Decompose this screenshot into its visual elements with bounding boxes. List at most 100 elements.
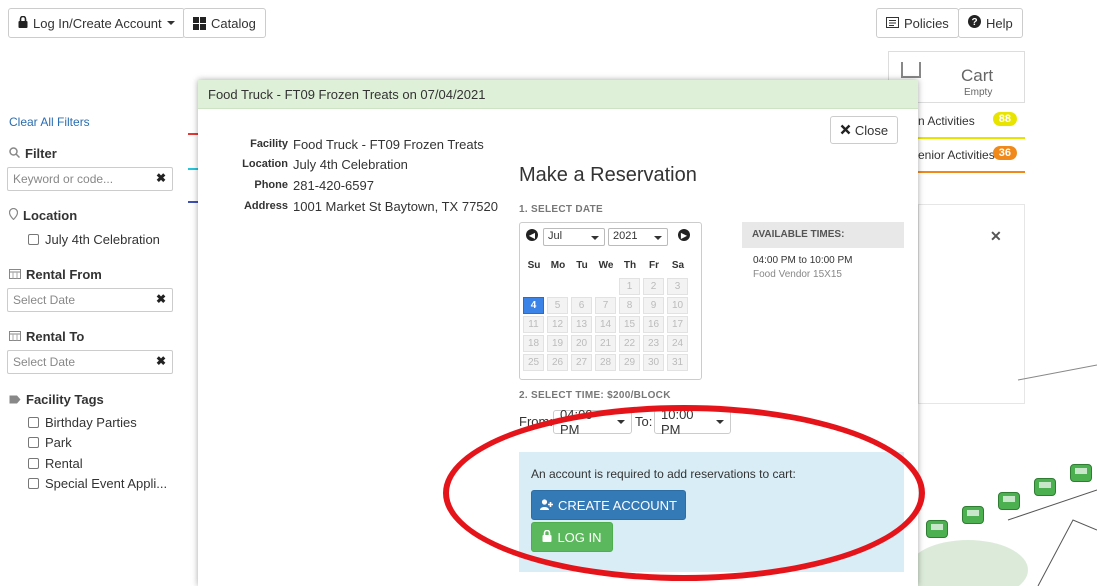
clear-x-icon[interactable]: ✖ [156, 354, 166, 368]
facility-label: Facility [250, 138, 288, 150]
bus-icon [1034, 478, 1056, 496]
location-heading: Location [8, 207, 77, 223]
keyword-search-input[interactable]: Keyword or code... ✖ [7, 167, 173, 191]
login-create-account-button[interactable]: Log In/Create Account [8, 8, 185, 38]
calendar-day[interactable]: 13 [571, 316, 592, 333]
question-circle-icon: ? [968, 15, 981, 31]
tag-option-special-event[interactable]: Special Event Appli... [28, 476, 167, 491]
calendar-day[interactable]: 16 [643, 316, 664, 333]
catalog-label: Catalog [211, 15, 256, 31]
bus-icon [926, 520, 948, 538]
clear-all-filters-link[interactable]: Clear All Filters [9, 115, 90, 129]
calendar-day[interactable]: 26 [547, 354, 568, 371]
rental-from-label: Rental From [26, 267, 102, 282]
facility-tags-label: Facility Tags [26, 392, 104, 407]
address-value: 1001 Market St Baytown, TX 77520 [293, 199, 498, 214]
location-option[interactable]: July 4th Celebration [28, 232, 160, 247]
calendar-day[interactable]: 15 [619, 316, 640, 333]
checkbox[interactable] [28, 234, 39, 245]
calendar-day[interactable]: 11 [523, 316, 544, 333]
calendar-day[interactable]: 12 [547, 316, 568, 333]
clear-x-icon[interactable]: ✖ [156, 171, 166, 185]
checkbox[interactable] [28, 417, 39, 428]
calendar-day[interactable]: 21 [595, 335, 616, 352]
weekday-header: We [598, 260, 614, 271]
activity-category[interactable]: n Activities 88 [918, 106, 1025, 139]
available-time-resource: Food Vendor 15X15 [753, 269, 842, 280]
prev-month-icon[interactable]: ◀ [526, 229, 538, 241]
calendar-day[interactable]: 20 [571, 335, 592, 352]
calendar-day[interactable]: 28 [595, 354, 616, 371]
checkbox[interactable] [28, 478, 39, 489]
activity-label: n Activities [918, 114, 975, 128]
rental-to-label: Rental To [26, 329, 85, 344]
year-select[interactable]: 2021 [608, 228, 668, 246]
rental-to-input[interactable]: Select Date ✖ [7, 350, 173, 374]
calendar-day[interactable]: 18 [523, 335, 544, 352]
highlight-annotation-oval [443, 405, 925, 581]
count-badge: 88 [992, 112, 1017, 126]
calendar-day[interactable]: 31 [667, 354, 688, 371]
close-button[interactable]: Close [830, 116, 898, 144]
help-button[interactable]: ? Help [958, 8, 1023, 38]
calendar-day[interactable]: 14 [595, 316, 616, 333]
help-label: Help [986, 15, 1013, 31]
month-select[interactable]: Jul [543, 228, 605, 246]
calendar-day[interactable]: 17 [667, 316, 688, 333]
calendar-day[interactable]: 7 [595, 297, 616, 314]
calendar-day[interactable]: 24 [667, 335, 688, 352]
calendar-day[interactable]: 5 [547, 297, 568, 314]
filter-heading-label: Filter [25, 146, 57, 161]
calendar-day[interactable]: 3 [667, 278, 688, 295]
next-month-icon[interactable]: ▶ [678, 229, 690, 241]
rental-from-heading: Rental From [9, 267, 102, 282]
calendar-day[interactable]: 25 [523, 354, 544, 371]
calendar-day-selected[interactable]: 4 [523, 297, 544, 314]
close-x-icon[interactable]: ✕ [990, 228, 1002, 245]
calendar-day[interactable]: 29 [619, 354, 640, 371]
calendar-day[interactable]: 27 [571, 354, 592, 371]
weekday-header: Su [527, 260, 541, 271]
checkbox[interactable] [28, 437, 39, 448]
activity-category[interactable]: enior Activities 36 [918, 140, 1025, 173]
close-icon [840, 123, 851, 138]
calendar-day[interactable]: 6 [571, 297, 592, 314]
calendar-day[interactable]: 10 [667, 297, 688, 314]
calendar-day[interactable]: 30 [643, 354, 664, 371]
chevron-down-icon [654, 236, 662, 240]
checkbox[interactable] [28, 458, 39, 469]
calendar-day[interactable]: 19 [547, 335, 568, 352]
map-marker-icon [8, 207, 19, 223]
weekday-header: Tu [576, 260, 588, 271]
cart-title: Cart [961, 66, 994, 85]
tag-label: Special Event Appli... [45, 476, 168, 491]
date-picker[interactable]: ◀ Jul 2021 ▶ Su Mo Tu We Th Fr Sa 1 2 3 4 5 6 7 8 9 10 1… [519, 222, 702, 380]
available-time-slot[interactable]: 04:00 PM to 10:00 PM [753, 255, 853, 266]
calendar-day[interactable]: 9 [643, 297, 664, 314]
phone-value: 281-420-6597 [293, 178, 374, 193]
tag-option-rental[interactable]: Rental [28, 456, 83, 471]
location-label: Location [242, 158, 288, 170]
lock-icon [18, 15, 28, 31]
clear-x-icon[interactable]: ✖ [156, 292, 166, 306]
tag-label: Birthday Parties [45, 415, 137, 430]
location-option-label: July 4th Celebration [45, 232, 160, 247]
weekday-header: Th [623, 260, 637, 271]
calendar-day[interactable]: 8 [619, 297, 640, 314]
policies-button[interactable]: Policies [876, 8, 959, 38]
calendar-day[interactable]: 1 [619, 278, 640, 295]
catalog-button[interactable]: Catalog [183, 8, 266, 38]
bus-icon [962, 506, 984, 524]
phone-label: Phone [254, 179, 288, 191]
chevron-down-icon [166, 21, 175, 25]
bus-icon [998, 492, 1020, 510]
calendar-day[interactable]: 23 [643, 335, 664, 352]
weekday-header: Sa [671, 260, 685, 271]
tag-option-park[interactable]: Park [28, 435, 72, 450]
tag-option-birthday[interactable]: Birthday Parties [28, 415, 137, 430]
tag-label: Park [45, 435, 72, 450]
calendar-day[interactable]: 22 [619, 335, 640, 352]
calendar-day[interactable]: 2 [643, 278, 664, 295]
search-icon [9, 146, 21, 161]
rental-from-input[interactable]: Select Date ✖ [7, 288, 173, 312]
